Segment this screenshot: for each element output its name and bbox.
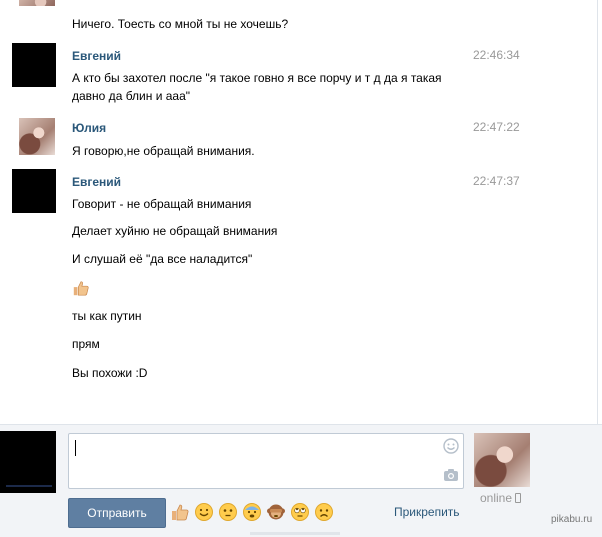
- neutral-face-icon[interactable]: [218, 502, 238, 522]
- fearful-face-icon[interactable]: [242, 502, 262, 522]
- rolling-eyes-icon[interactable]: [290, 502, 310, 522]
- message-text: Вы похожи :D: [72, 366, 148, 380]
- message-text: А кто бы захотел после "я такое говно я …: [72, 71, 442, 103]
- smile-icon[interactable]: [443, 438, 459, 454]
- camera-icon[interactable]: [443, 468, 459, 482]
- avatar[interactable]: [19, 0, 55, 6]
- message-text: ты как путин: [72, 309, 142, 323]
- sender-name[interactable]: Евгений: [72, 49, 121, 63]
- friend-avatar[interactable]: [474, 433, 530, 487]
- composer: Отправить Прикрепить online pikabu.ru: [0, 424, 602, 537]
- emoji-bar: [170, 502, 334, 522]
- text-caret: [75, 440, 76, 456]
- sender-name[interactable]: Юлия: [72, 121, 106, 135]
- sad-face-icon[interactable]: [314, 502, 334, 522]
- message-history: Ничего. Тоесть со мной ты не хочешь? Евг…: [0, 0, 598, 424]
- divider: [250, 532, 340, 535]
- avatar[interactable]: [19, 118, 55, 155]
- smile-icon[interactable]: [194, 502, 214, 522]
- message-text: Ничего. Тоесть со мной ты не хочешь?: [72, 17, 289, 31]
- online-label: online: [480, 491, 513, 505]
- mobile-phone-icon: [515, 493, 522, 503]
- attach-link[interactable]: Прикрепить: [394, 505, 460, 519]
- send-button[interactable]: Отправить: [68, 498, 166, 528]
- message-time: 22:47:37: [473, 174, 520, 188]
- message-input[interactable]: [68, 433, 464, 489]
- message-text: Я говорю,не обращай внимания.: [72, 144, 255, 158]
- thumbs-up-icon[interactable]: [170, 502, 190, 522]
- message-text: прям: [72, 337, 100, 351]
- message-text: И слушай её "да все наладится": [72, 252, 253, 266]
- avatar[interactable]: [12, 169, 56, 213]
- avatar[interactable]: [12, 43, 56, 87]
- watermark: pikabu.ru: [551, 514, 593, 525]
- message-text: Делает хуйню не обращай внимания: [72, 224, 278, 238]
- message-text: Говорит - не обращай внимания: [72, 197, 252, 211]
- my-avatar[interactable]: [0, 431, 56, 493]
- monkey-icon[interactable]: [266, 502, 286, 522]
- thumbs-up-icon: [72, 279, 90, 297]
- online-status: online: [480, 491, 522, 505]
- sender-name[interactable]: Евгений: [72, 175, 121, 189]
- chat-border: [597, 0, 598, 424]
- message-time: 22:47:22: [473, 120, 520, 134]
- message-time: 22:46:34: [473, 48, 520, 62]
